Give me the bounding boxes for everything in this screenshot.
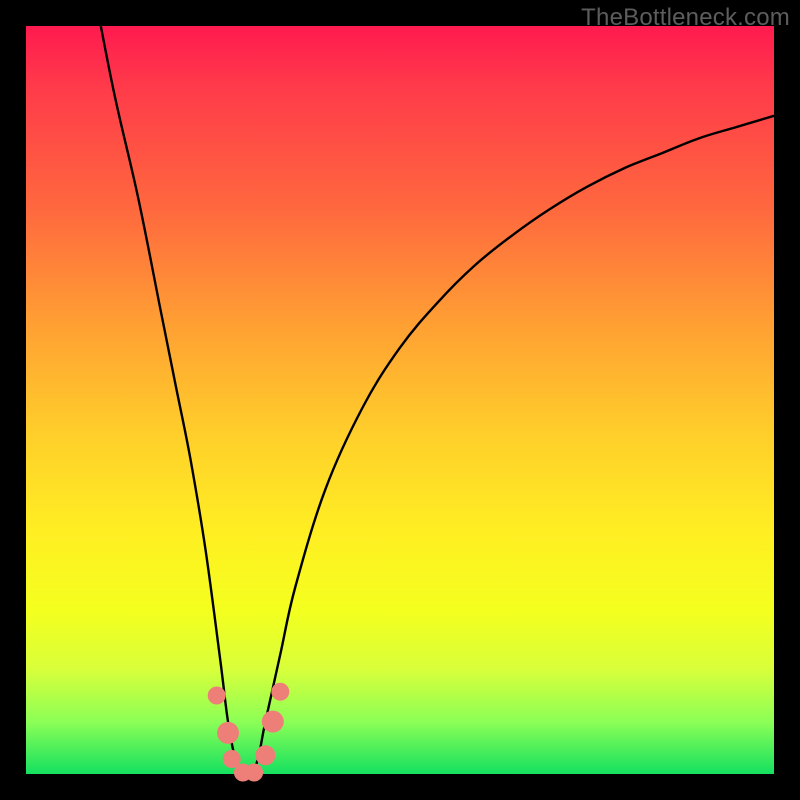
plot-area bbox=[26, 26, 774, 774]
curve-marker bbox=[217, 722, 239, 744]
curve-svg bbox=[26, 26, 774, 774]
curve-marker bbox=[271, 683, 289, 701]
curve-marker bbox=[245, 764, 263, 782]
curve-marker bbox=[262, 711, 284, 733]
curve-markers bbox=[208, 683, 290, 782]
curve-marker bbox=[208, 687, 226, 705]
curve-marker bbox=[255, 745, 275, 765]
bottleneck-curve bbox=[101, 26, 774, 776]
chart-frame: TheBottleneck.com bbox=[0, 0, 800, 800]
watermark-text: TheBottleneck.com bbox=[581, 4, 790, 32]
